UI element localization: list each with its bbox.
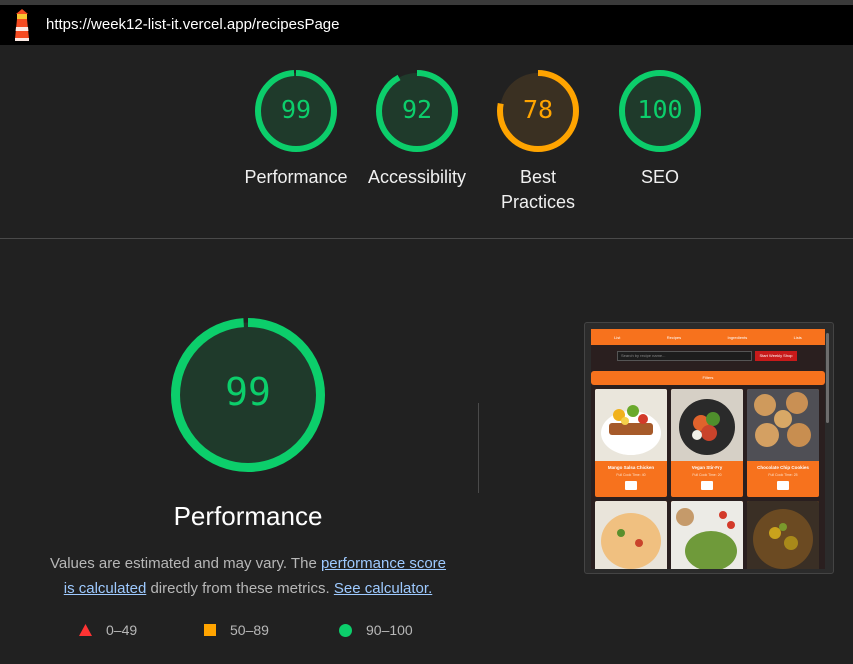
recipe-image bbox=[747, 501, 819, 569]
recipe-name: Mango Salsa Chicken bbox=[607, 465, 655, 470]
screenshot-search: Search by recipe name... bbox=[617, 351, 752, 361]
recipe-name: Vegan Stir-Fry bbox=[691, 465, 723, 470]
heart-icon bbox=[701, 481, 713, 490]
heart-icon bbox=[777, 481, 789, 490]
performance-title: Performance bbox=[173, 501, 323, 531]
gauge-label: Best Practices bbox=[500, 167, 576, 212]
recipe-image bbox=[671, 501, 743, 569]
url-text[interactable]: https://week12-list-it.vercel.app/recipe… bbox=[46, 16, 339, 33]
legend-fail-label: 0–49 bbox=[106, 622, 138, 638]
recipe-image bbox=[595, 501, 667, 569]
recipe-meta: Full Cook Time: 25 bbox=[768, 473, 798, 477]
legend-average-label: 50–89 bbox=[230, 622, 269, 638]
performance-score: 99 bbox=[225, 370, 271, 414]
square-icon bbox=[204, 624, 216, 636]
screenshot-filters: Filters bbox=[591, 371, 825, 385]
gauge-score: 78 bbox=[522, 95, 554, 124]
desc-text: directly from these metrics. bbox=[146, 580, 334, 597]
legend-average: 50–89 bbox=[204, 622, 269, 638]
gauge-score: 92 bbox=[401, 95, 433, 124]
recipe-meta: Full Cook Time: 20 bbox=[692, 473, 722, 477]
heart-icon bbox=[625, 481, 637, 490]
screenshot-nav: List Recipes Ingredients Lists bbox=[591, 329, 825, 345]
desc-text: Values are estimated and may vary. The bbox=[49, 555, 321, 572]
address-bar: https://week12-list-it.vercel.app/recipe… bbox=[0, 5, 853, 45]
nav-item: Ingredients bbox=[727, 334, 748, 340]
nav-item: Recipes bbox=[666, 334, 682, 340]
recipe-image bbox=[595, 389, 667, 461]
calculator-link[interactable]: See calculator. bbox=[334, 580, 432, 597]
nav-item: List bbox=[614, 334, 621, 340]
screenshot-scrollbar bbox=[826, 333, 829, 423]
gauge-label: Performance bbox=[244, 167, 348, 187]
screenshot-week-button: Start Weekly Shop bbox=[755, 351, 797, 361]
recipe-card: Vegan Stir-Fry Full Cook Time: 20 bbox=[671, 389, 743, 497]
recipe-card bbox=[671, 501, 743, 569]
recipe-image bbox=[747, 389, 819, 461]
performance-description: Values are estimated and may vary. The p… bbox=[48, 551, 448, 601]
nav-item: Lists bbox=[793, 334, 802, 340]
screenshot-search-row: Search by recipe name... Start Weekly Sh… bbox=[617, 351, 797, 361]
gauge-label: SEO bbox=[640, 167, 679, 187]
recipe-card: Mango Salsa Chicken Full Cook Time: 40 bbox=[595, 389, 667, 497]
triangle-icon bbox=[79, 624, 92, 636]
gauge-label: Accessibility bbox=[367, 167, 467, 187]
recipe-name: Chocolate Chip Cookies bbox=[757, 465, 809, 470]
vertical-divider bbox=[478, 403, 479, 493]
recipe-meta: Full Cook Time: 40 bbox=[616, 473, 646, 477]
recipe-card bbox=[595, 501, 667, 569]
section-divider bbox=[0, 238, 853, 239]
circle-icon bbox=[339, 623, 352, 637]
recipe-card: Chocolate Chip Cookies Full Cook Time: 2… bbox=[747, 389, 819, 497]
final-screenshot[interactable]: List Recipes Ingredients Lists Search by… bbox=[584, 322, 834, 574]
screenshot-page: List Recipes Ingredients Lists Search by… bbox=[591, 329, 825, 569]
legend-pass: 90–100 bbox=[339, 622, 413, 638]
gauge-score: 99 bbox=[280, 95, 312, 124]
recipe-image bbox=[671, 389, 743, 461]
recipe-card bbox=[747, 501, 819, 569]
gauge-score: 100 bbox=[637, 95, 683, 124]
legend-fail: 0–49 bbox=[79, 622, 137, 638]
legend-pass-label: 90–100 bbox=[366, 622, 413, 638]
lighthouse-icon bbox=[15, 9, 29, 41]
